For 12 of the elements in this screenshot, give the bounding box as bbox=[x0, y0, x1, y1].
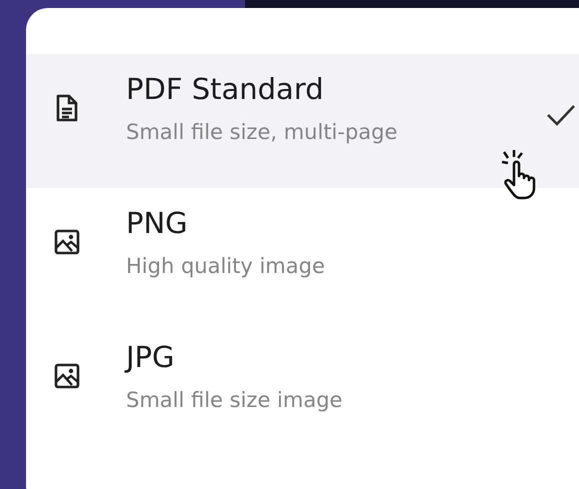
option-title: PDF Standard bbox=[126, 72, 325, 106]
image-icon bbox=[54, 362, 80, 390]
checkmark-icon bbox=[546, 104, 576, 126]
option-title: PNG bbox=[126, 206, 189, 240]
menu-item[interactable]: JPG Small file size image bbox=[26, 322, 579, 456]
option-title: JPG bbox=[126, 340, 176, 374]
menu-item[interactable]: PNG High quality image bbox=[26, 188, 579, 322]
option-description: Small file size, multi-page bbox=[126, 120, 398, 144]
option-description: Small file size image bbox=[126, 388, 342, 412]
image-icon bbox=[54, 228, 80, 256]
document-icon bbox=[54, 94, 80, 122]
option-description: High quality image bbox=[126, 254, 325, 278]
